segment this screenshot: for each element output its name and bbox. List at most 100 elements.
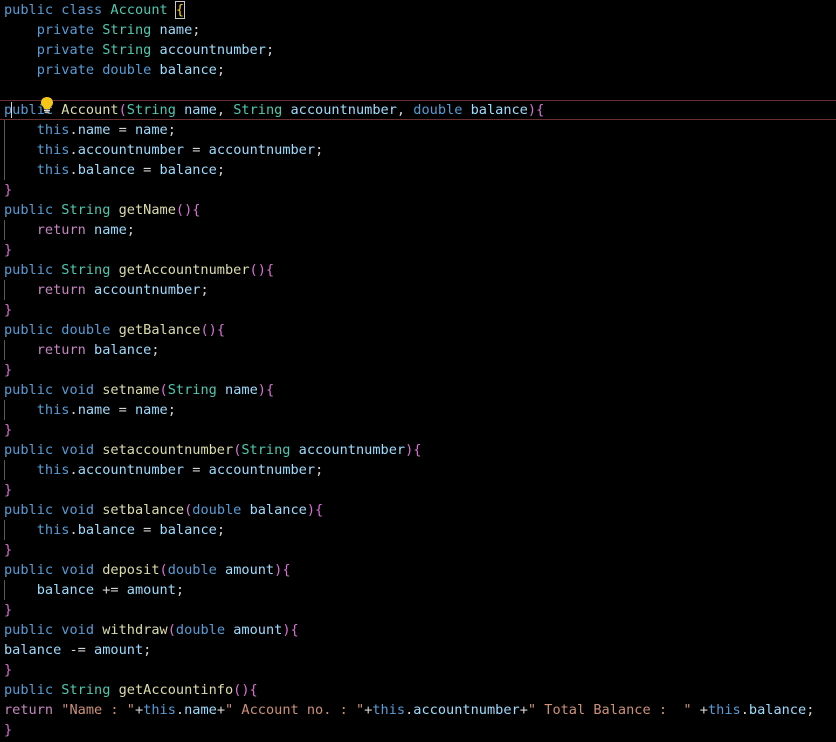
code-line[interactable]: }: [0, 540, 836, 560]
code-token: this: [36, 142, 70, 158]
code-line[interactable]: this.accountnumber = accountnumber;: [0, 140, 836, 160]
code-token: setaccountnumber: [102, 442, 234, 458]
code-line-text: public void deposit(double amount){: [4, 560, 291, 580]
code-token: public: [4, 2, 54, 18]
code-token: public: [4, 262, 54, 278]
code-line[interactable]: this.balance = balance;: [0, 520, 836, 540]
code-line[interactable]: balance -= amount;: [0, 640, 836, 660]
code-line[interactable]: private double balance;: [0, 60, 836, 80]
code-token: double: [61, 322, 111, 338]
code-line[interactable]: this.accountnumber = accountnumber;: [0, 460, 836, 480]
code-token: " Account no. : ": [225, 702, 365, 718]
code-editor[interactable]: public class Account { private String na…: [0, 0, 836, 742]
code-token: name: [159, 22, 193, 38]
code-line[interactable]: }: [0, 600, 836, 620]
lightbulb-icon[interactable]: [6, 80, 53, 114]
code-token: (: [167, 622, 176, 638]
code-token: String: [102, 22, 152, 38]
code-token: }: [4, 302, 13, 318]
code-token: amount: [126, 582, 176, 598]
code-token: ,: [216, 102, 234, 118]
code-line[interactable]: return name;: [0, 220, 836, 240]
code-line[interactable]: }: [0, 660, 836, 680]
code-line-text: public String getAccountinfo(){: [4, 680, 258, 700]
code-token: " Total Balance : ": [527, 702, 692, 718]
code-token: name: [225, 382, 258, 398]
code-line[interactable]: return accountnumber;: [0, 280, 836, 300]
code-token: ;: [192, 22, 201, 38]
code-token: .: [740, 702, 749, 718]
code-line[interactable]: public class Account {: [0, 0, 836, 20]
code-line[interactable]: return balance;: [0, 340, 836, 360]
code-token: String: [61, 682, 111, 698]
code-token: private: [36, 42, 95, 58]
code-token: double: [167, 562, 217, 578]
code-token: void: [61, 382, 95, 398]
code-line[interactable]: public String getName(){: [0, 200, 836, 220]
code-line[interactable]: return "Name : "+this.name+" Account no.…: [0, 700, 836, 720]
code-line[interactable]: private String accountnumber;: [0, 40, 836, 60]
code-line[interactable]: public void withdraw(double amount){: [0, 620, 836, 640]
code-line[interactable]: }: [0, 480, 836, 500]
code-line[interactable]: public double getBalance(){: [0, 320, 836, 340]
code-token: balance: [94, 342, 152, 358]
code-line[interactable]: [0, 80, 836, 100]
code-line[interactable]: }: [0, 180, 836, 200]
code-line[interactable]: this.name = name;: [0, 400, 836, 420]
code-line[interactable]: public void setbalance(double balance){: [0, 500, 836, 520]
code-token: private: [36, 62, 95, 78]
code-line[interactable]: }: [0, 720, 836, 740]
code-token: name: [184, 702, 217, 718]
code-line[interactable]: public String getAccountnumber(){: [0, 260, 836, 280]
code-token: ): [527, 102, 537, 118]
code-line[interactable]: }: [0, 360, 836, 380]
code-line[interactable]: public Account(String name, String accou…: [0, 100, 836, 120]
code-line-text: return "Name : "+this.name+" Account no.…: [4, 700, 814, 720]
code-token: -=: [61, 642, 95, 658]
code-line[interactable]: public void setname(String name){: [0, 380, 836, 400]
code-token: this: [36, 402, 70, 418]
code-line[interactable]: public void setaccountnumber(String acco…: [0, 440, 836, 460]
code-token: (): [200, 322, 217, 338]
code-line-text: public String getAccountnumber(){: [4, 260, 274, 280]
code-token: .: [175, 702, 185, 718]
code-line[interactable]: }: [0, 420, 836, 440]
code-token: ;: [167, 122, 176, 138]
code-line[interactable]: }: [0, 240, 836, 260]
code-token: accountnumber: [208, 462, 316, 478]
code-line[interactable]: this.balance = balance;: [0, 160, 836, 180]
code-line[interactable]: }: [0, 300, 836, 320]
code-token: ;: [216, 522, 226, 538]
code-token: amount: [233, 622, 283, 638]
code-line[interactable]: private String name;: [0, 20, 836, 40]
code-token: balance: [748, 702, 807, 718]
code-token: return: [36, 222, 86, 238]
code-token: class: [61, 2, 103, 18]
code-token: void: [61, 442, 95, 458]
code-token: {: [265, 262, 275, 278]
code-token: this: [707, 702, 741, 718]
code-line-text: return balance;: [4, 340, 160, 360]
code-line[interactable]: public String getAccountinfo(){: [0, 680, 836, 700]
code-line[interactable]: balance += amount;: [0, 580, 836, 600]
code-line[interactable]: this.name = name;: [0, 120, 836, 140]
code-token: =: [184, 462, 209, 478]
code-token: (): [233, 682, 250, 698]
code-line[interactable]: public void deposit(double amount){: [0, 560, 836, 580]
code-line-text: public void setname(String name){: [4, 380, 274, 400]
code-token: accountnumber: [208, 142, 316, 158]
code-token: void: [61, 562, 95, 578]
code-token: ;: [167, 402, 176, 418]
